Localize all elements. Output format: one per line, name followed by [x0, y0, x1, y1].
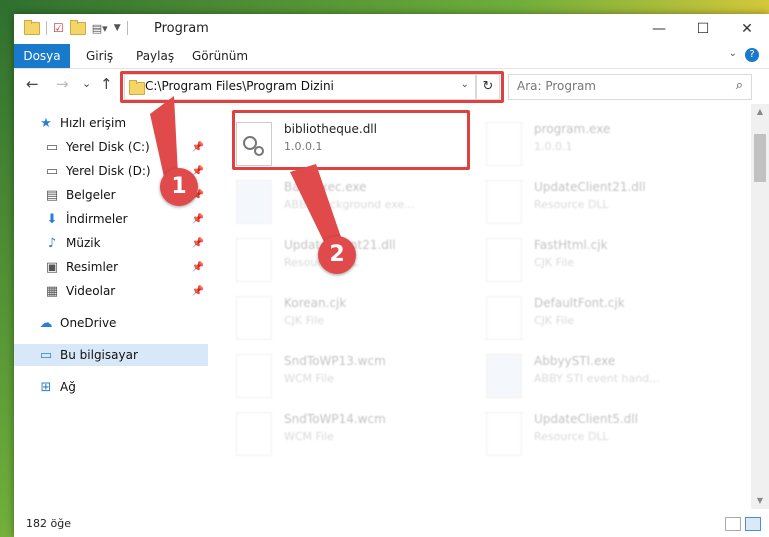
arrow-1	[150, 96, 178, 177]
step-badge-2: 2	[318, 236, 356, 274]
arrow-2	[290, 164, 342, 246]
step-badge-1: 1	[160, 168, 198, 206]
annotation-arrows	[150, 96, 342, 246]
